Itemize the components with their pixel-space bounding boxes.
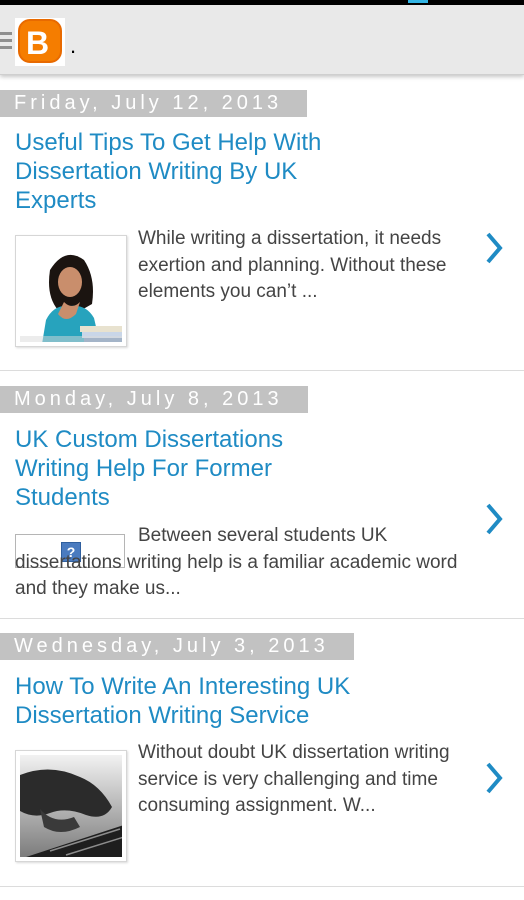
post-item[interactable]: Monday, July 8, 2013 UK Custom Dissertat… [0, 371, 524, 619]
post-snippet: Between several students UK dissertation… [15, 525, 458, 599]
post-item[interactable]: Wednesday, July 3, 2013 How To Write An … [0, 619, 524, 887]
hand-on-keyboard-image [20, 755, 122, 857]
chevron-right-icon[interactable] [478, 228, 508, 268]
post-date: Friday, July 12, 2013 [0, 90, 307, 117]
status-indicator [408, 0, 428, 3]
post-thumbnail[interactable] [15, 750, 127, 862]
post-snippet: Without doubt UK dissertation writing se… [138, 742, 450, 816]
post-title-link[interactable]: UK Custom Dissertations Writing Help For… [15, 425, 345, 512]
app-title: . [70, 33, 77, 58]
post-snippet: While writing a dissertation, it needs e… [138, 228, 447, 302]
post-title-link[interactable]: How To Write An Interesting UK Dissertat… [15, 672, 375, 730]
post-thumbnail[interactable] [15, 235, 127, 347]
post-date: Wednesday, July 3, 2013 [0, 633, 354, 660]
post-item[interactable]: Friday, July 12, 2013 Useful Tips To Get… [0, 75, 524, 371]
woman-studying-image [20, 240, 122, 342]
post-date: Monday, July 8, 2013 [0, 386, 308, 413]
blogger-logo-icon[interactable]: B [18, 19, 62, 63]
chevron-right-icon[interactable] [478, 758, 508, 798]
app-bar: B . [0, 5, 524, 75]
menu-icon[interactable] [0, 32, 12, 50]
post-title-link[interactable]: Useful Tips To Get Help With Dissertatio… [15, 128, 345, 215]
chevron-right-icon[interactable] [478, 499, 508, 539]
